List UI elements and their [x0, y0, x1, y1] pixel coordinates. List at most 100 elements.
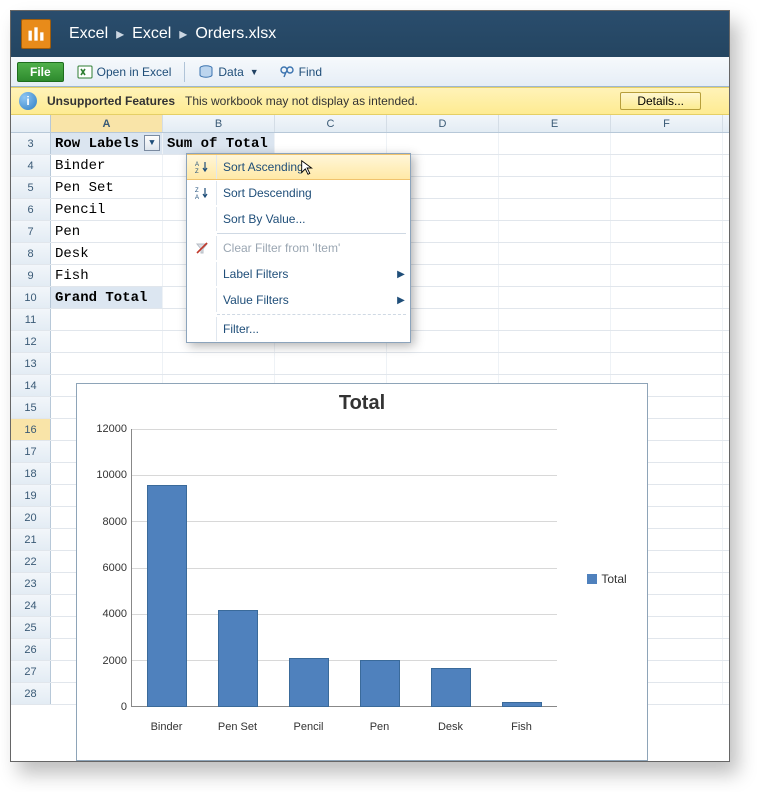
row-header[interactable]: 20 [11, 507, 51, 528]
cell[interactable] [611, 133, 723, 154]
x-axis-label: Pen Set [202, 721, 273, 733]
row-header[interactable]: 14 [11, 375, 51, 396]
cell[interactable] [611, 287, 723, 308]
cell[interactable] [387, 133, 499, 154]
data-button[interactable]: Data ▼ [191, 61, 265, 83]
row-header[interactable]: 8 [11, 243, 51, 264]
cell[interactable] [499, 309, 611, 330]
cell[interactable] [611, 221, 723, 242]
cell[interactable] [611, 155, 723, 176]
spreadsheet-grid[interactable]: ABCDEF 3Row Labels▼Sum of Total4Binder5P… [11, 115, 729, 761]
row-header[interactable]: 18 [11, 463, 51, 484]
cell[interactable] [499, 243, 611, 264]
cell[interactable]: Pen [51, 221, 163, 242]
row-header[interactable]: 13 [11, 353, 51, 374]
column-header[interactable]: E [499, 115, 611, 132]
open-in-excel-button[interactable]: Open in Excel [70, 61, 179, 83]
row-header[interactable]: 25 [11, 617, 51, 638]
row-header[interactable]: 28 [11, 683, 51, 704]
chart[interactable]: Total 020004000600080001000012000 Binder… [76, 383, 648, 761]
cell[interactable] [499, 221, 611, 242]
row-header[interactable]: 15 [11, 397, 51, 418]
cell[interactable]: Desk [51, 243, 163, 264]
column-header[interactable]: A [51, 115, 163, 132]
row-header[interactable]: 27 [11, 661, 51, 682]
cell[interactable] [611, 265, 723, 286]
row-header[interactable]: 11 [11, 309, 51, 330]
chart-bar[interactable] [431, 668, 471, 707]
cell[interactable] [611, 199, 723, 220]
cell[interactable] [611, 331, 723, 352]
cell[interactable] [499, 331, 611, 352]
row-header[interactable]: 17 [11, 441, 51, 462]
column-header[interactable]: F [611, 115, 723, 132]
row-header[interactable]: 9 [11, 265, 51, 286]
chart-bar[interactable] [502, 702, 542, 707]
column-header[interactable]: D [387, 115, 499, 132]
cell[interactable] [51, 309, 163, 330]
row-header[interactable]: 5 [11, 177, 51, 198]
row-header[interactable]: 10 [11, 287, 51, 308]
cell[interactable] [611, 353, 723, 374]
cell[interactable] [499, 155, 611, 176]
file-button[interactable]: File [17, 62, 64, 82]
filter-dropdown-button[interactable]: ▼ [144, 135, 160, 151]
grand-total-label: Grand Total [55, 290, 147, 306]
row-header[interactable]: 24 [11, 595, 51, 616]
row-header[interactable]: 22 [11, 551, 51, 572]
column-header[interactable]: B [163, 115, 275, 132]
cell[interactable]: Pencil [51, 199, 163, 220]
row-header[interactable]: 12 [11, 331, 51, 352]
toolbar: File Open in Excel Data ▼ Find [11, 57, 729, 87]
cell[interactable] [51, 331, 163, 352]
breadcrumb-file[interactable]: Orders.xlsx [195, 25, 276, 43]
pivot-item: Fish [55, 268, 89, 284]
cell[interactable] [163, 353, 275, 374]
cell[interactable] [499, 265, 611, 286]
cell[interactable]: Grand Total [51, 287, 163, 308]
row-header[interactable]: 26 [11, 639, 51, 660]
row-header[interactable]: 6 [11, 199, 51, 220]
cell[interactable] [275, 133, 387, 154]
details-button[interactable]: Details... [620, 92, 701, 110]
cell[interactable]: Fish [51, 265, 163, 286]
cell[interactable] [499, 353, 611, 374]
find-button[interactable]: Find [272, 61, 329, 83]
cell[interactable] [611, 309, 723, 330]
value-filters-item[interactable]: Value Filters ▶ [187, 287, 410, 313]
cell[interactable] [387, 353, 499, 374]
cell[interactable]: Pen Set [51, 177, 163, 198]
sort-by-value-item[interactable]: Sort By Value... [187, 206, 410, 232]
filter-item[interactable]: Filter... [187, 316, 410, 342]
cell[interactable] [51, 353, 163, 374]
select-all-corner[interactable] [11, 115, 51, 132]
breadcrumb-folder[interactable]: Excel [132, 25, 171, 43]
row-header[interactable]: 4 [11, 155, 51, 176]
row-header[interactable]: 23 [11, 573, 51, 594]
legend-swatch-icon [587, 574, 597, 584]
row-header[interactable]: 7 [11, 221, 51, 242]
cell[interactable] [499, 287, 611, 308]
row-header[interactable]: 19 [11, 485, 51, 506]
label-filters-item[interactable]: Label Filters ▶ [187, 261, 410, 287]
cell[interactable]: Row Labels▼ [51, 133, 163, 154]
cell[interactable] [499, 199, 611, 220]
cell[interactable] [611, 177, 723, 198]
cell[interactable] [499, 133, 611, 154]
sort-descending-item[interactable]: ZA Sort Descending [187, 180, 410, 206]
column-header[interactable]: C [275, 115, 387, 132]
chart-bar[interactable] [147, 485, 187, 707]
cell[interactable]: Binder [51, 155, 163, 176]
chart-bar[interactable] [218, 610, 258, 707]
breadcrumb-app[interactable]: Excel [69, 25, 108, 43]
row-header[interactable]: 3 [11, 133, 51, 154]
row-header[interactable]: 21 [11, 529, 51, 550]
cell[interactable] [275, 353, 387, 374]
cell[interactable] [499, 177, 611, 198]
chart-bar[interactable] [360, 660, 400, 707]
sort-ascending-item[interactable]: AZ Sort Ascending [187, 154, 410, 180]
row-header[interactable]: 16 [11, 419, 51, 440]
cell[interactable]: Sum of Total [163, 133, 275, 154]
cell[interactable] [611, 243, 723, 264]
chart-bar[interactable] [289, 658, 329, 707]
